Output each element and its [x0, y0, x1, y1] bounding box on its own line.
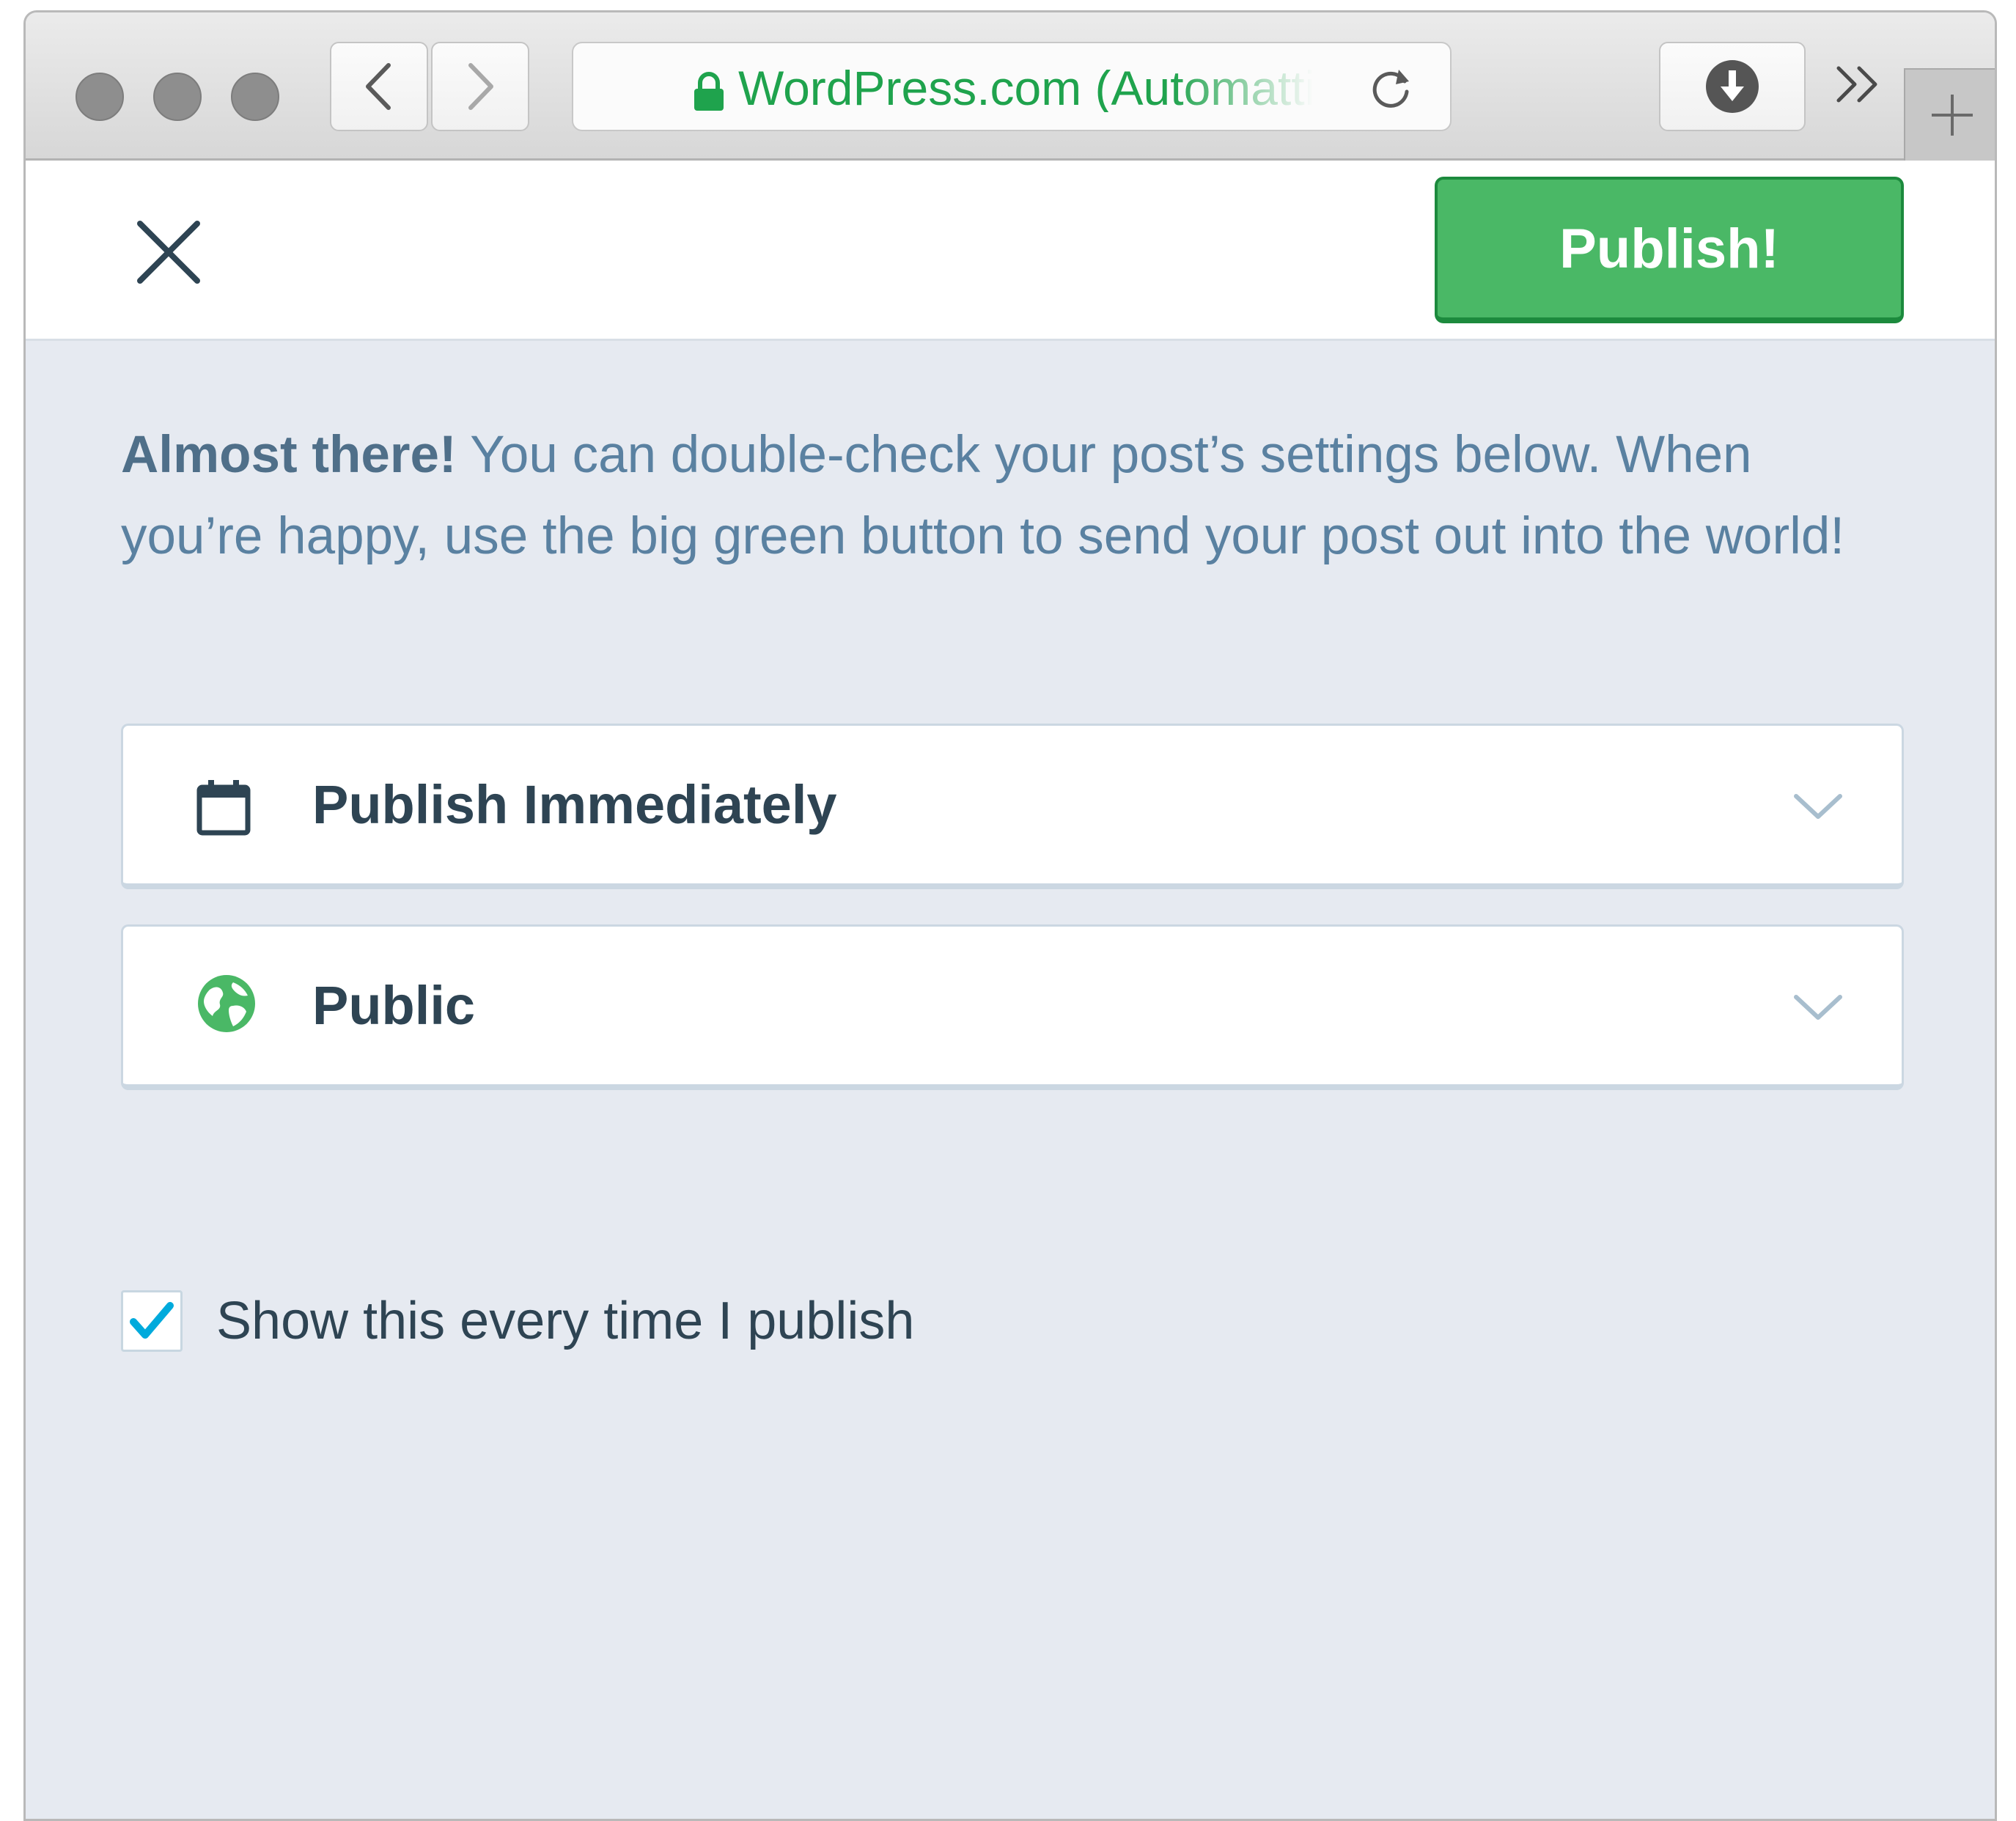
reload-icon[interactable] [1366, 64, 1415, 112]
back-button[interactable] [330, 42, 428, 131]
forward-button[interactable] [431, 42, 529, 131]
browser-toolbar: WordPress.com (Automattic, Inc.) [26, 12, 1995, 161]
address-bar[interactable]: WordPress.com (Automattic, Inc.) [572, 42, 1452, 131]
publish-date-setting[interactable]: Publish Immediately [121, 724, 1904, 889]
window-zoom-control[interactable] [231, 73, 279, 121]
window-close-control[interactable] [76, 73, 124, 121]
publish-button[interactable]: Publish! [1435, 177, 1904, 323]
close-button[interactable] [128, 212, 209, 293]
download-icon [1706, 60, 1759, 113]
chevron-down-icon[interactable] [1793, 993, 1843, 1022]
visibility-setting[interactable]: Public [121, 924, 1904, 1090]
chevron-down-icon[interactable] [1793, 792, 1843, 821]
url-text: WordPress.com (Automattic, Inc.) [738, 64, 1325, 112]
chevron-left-icon [366, 63, 391, 110]
publish-header: Publish! [26, 161, 1995, 341]
checkmark-icon [130, 1302, 174, 1339]
new-tab-button[interactable] [1904, 68, 1995, 161]
lock-icon [694, 72, 724, 111]
show-every-time-checkbox[interactable] [121, 1290, 183, 1352]
downloads-button[interactable] [1659, 42, 1806, 131]
publish-date-label: Publish Immediately [312, 774, 837, 835]
calendar-icon [196, 780, 251, 836]
window-minimize-control[interactable] [153, 73, 202, 121]
visibility-label: Public [312, 975, 476, 1036]
intro-lead: Almost there! [121, 426, 457, 484]
double-chevron-right-icon[interactable] [1833, 62, 1884, 106]
show-every-time-label: Show this every time I publish [216, 1292, 915, 1350]
show-every-time-option[interactable]: Show this every time I publish [121, 1288, 914, 1354]
globe-icon [198, 975, 255, 1032]
browser-window: WordPress.com (Automattic, Inc.) [23, 10, 1997, 1821]
intro-text: Almost there! You can double-check your … [121, 414, 1851, 577]
chevron-right-icon [468, 63, 493, 110]
plus-icon [1932, 95, 1973, 136]
close-icon [137, 221, 200, 284]
